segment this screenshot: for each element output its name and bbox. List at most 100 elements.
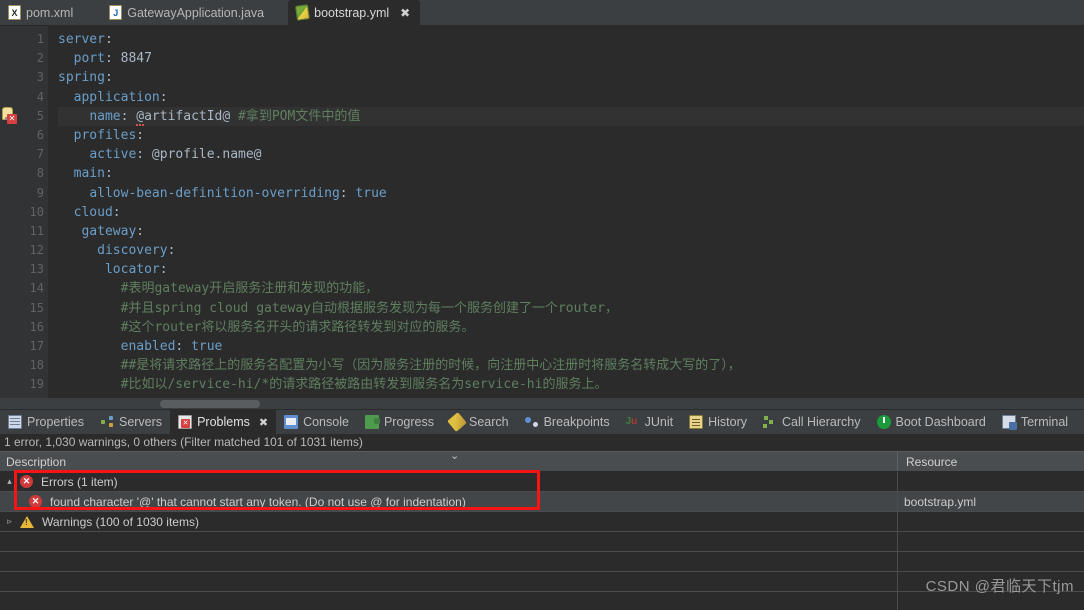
- cell-description[interactable]: [0, 572, 898, 591]
- view-tab-label: Boot Dashboard: [896, 415, 986, 429]
- code-line[interactable]: #表明gateway开启服务注册和发现的功能，: [58, 279, 1084, 298]
- line-number: 13: [18, 260, 48, 279]
- problems-panel: 1 error, 1,030 warnings, 0 others (Filte…: [0, 434, 1084, 610]
- code-line[interactable]: spring:: [58, 68, 1084, 87]
- code-line[interactable]: enabled: true: [58, 337, 1084, 356]
- problem-description-text: Errors (1 item): [41, 475, 118, 489]
- problems-icon: [178, 415, 192, 429]
- view-tab-label: Breakpoints: [544, 415, 610, 429]
- code-line[interactable]: ##是将请求路径上的服务名配置为小写（因为服务注册的时候，向注册中心注册时将服务…: [58, 356, 1084, 375]
- table-row-empty[interactable]: [0, 532, 1084, 552]
- editor-tab-label: bootstrap.yml: [314, 6, 389, 20]
- code-line[interactable]: cloud:: [58, 203, 1084, 222]
- code-line[interactable]: port: 8847: [58, 49, 1084, 68]
- line-number-gutter: 1234567891011121314151617181920: [18, 26, 48, 409]
- code-line[interactable]: #这个router将以服务名开头的请求路径转发到对应的服务。: [58, 318, 1084, 337]
- cell-description[interactable]: [0, 552, 898, 571]
- view-tab-junit[interactable]: JuJUnit: [618, 410, 681, 434]
- editor-tab-pom-xml[interactable]: pom.xml: [0, 0, 83, 25]
- code-text-area[interactable]: server: port: 8847spring: application: n…: [58, 26, 1084, 409]
- code-line[interactable]: allow-bean-definition-overriding: true: [58, 184, 1084, 203]
- cell-description[interactable]: [0, 532, 898, 551]
- line-number: 1: [18, 30, 48, 49]
- close-icon[interactable]: ✖: [259, 416, 268, 429]
- line-number: 11: [18, 222, 48, 241]
- view-tab-label: Call Hierarchy: [782, 415, 861, 429]
- line-number: 3: [18, 68, 48, 87]
- code-line[interactable]: name: @artifactId@ #拿到POM文件中的值: [58, 107, 1084, 126]
- scrollbar-thumb[interactable]: [160, 400, 260, 408]
- view-tab-history[interactable]: History: [681, 410, 755, 434]
- view-tab-label: Servers: [119, 415, 162, 429]
- code-line[interactable]: server:: [58, 30, 1084, 49]
- table-row[interactable]: ✕found character '@' that cannot start a…: [0, 492, 1084, 512]
- error-bulb-marker[interactable]: ✕: [2, 107, 17, 124]
- editor-horizontal-scrollbar[interactable]: [0, 398, 1084, 409]
- editor-marker-gutter[interactable]: ✕: [0, 26, 18, 409]
- column-header-resource[interactable]: Resource: [898, 452, 1084, 471]
- view-tab-label: JUnit: [645, 415, 673, 429]
- editor-tab-bar: pom.xml GatewayApplication.java bootstra…: [0, 0, 1084, 26]
- cell-resource[interactable]: bootstrap.yml: [898, 492, 1084, 511]
- editor-tab-label: GatewayApplication.java: [127, 6, 264, 20]
- view-tab-console[interactable]: Console: [276, 410, 357, 434]
- editor-tab-gateway-application-java[interactable]: GatewayApplication.java: [101, 0, 274, 25]
- view-tab-terminal[interactable]: Terminal: [994, 410, 1076, 434]
- cell-resource[interactable]: [898, 512, 1084, 531]
- line-number: 2: [18, 49, 48, 68]
- line-number: 19: [18, 375, 48, 394]
- cell-description[interactable]: ▴✕Errors (1 item): [0, 472, 898, 491]
- cell-description[interactable]: ✕found character '@' that cannot start a…: [0, 492, 898, 511]
- code-line[interactable]: profiles:: [58, 126, 1084, 145]
- code-line[interactable]: #比如以/service-hi/*的请求路径被路由转发到服务名为service-…: [58, 375, 1084, 394]
- line-number: 10: [18, 203, 48, 222]
- breakpoints-icon: [525, 415, 539, 429]
- warning-icon: [20, 516, 34, 528]
- view-tab-progress[interactable]: Progress: [357, 410, 442, 434]
- terminal-icon: [1002, 415, 1016, 429]
- table-row-empty[interactable]: [0, 552, 1084, 572]
- line-number: 6: [18, 126, 48, 145]
- code-editor[interactable]: ✕ 1234567891011121314151617181920 server…: [0, 26, 1084, 409]
- cell-resource[interactable]: [898, 472, 1084, 491]
- view-tab-label: Problems: [197, 415, 250, 429]
- error-badge-icon: ✕: [7, 114, 17, 124]
- gutter-separator: [48, 26, 58, 409]
- close-icon[interactable]: ✖: [400, 7, 410, 19]
- table-row[interactable]: ▹Warnings (100 of 1030 items): [0, 512, 1084, 532]
- code-line[interactable]: gateway:: [58, 222, 1084, 241]
- table-row[interactable]: ▴✕Errors (1 item): [0, 472, 1084, 492]
- code-line[interactable]: #并且spring cloud gateway自动根据服务发现为每一个服务创建了…: [58, 299, 1084, 318]
- editor-tab-bootstrap-yml[interactable]: bootstrap.yml ✖: [288, 0, 420, 25]
- view-tab-properties[interactable]: Properties: [0, 410, 92, 434]
- table-row-empty[interactable]: [0, 572, 1084, 592]
- cell-resource[interactable]: [898, 552, 1084, 571]
- view-tab-call-hierarchy[interactable]: Call Hierarchy: [755, 410, 869, 434]
- cell-description[interactable]: [0, 592, 898, 610]
- column-header-description[interactable]: Description: [0, 452, 898, 471]
- problems-summary: 1 error, 1,030 warnings, 0 others (Filte…: [0, 434, 1084, 451]
- view-tab-breakpoints[interactable]: Breakpoints: [517, 410, 618, 434]
- code-line[interactable]: application:: [58, 88, 1084, 107]
- cell-description[interactable]: ▹Warnings (100 of 1030 items): [0, 512, 898, 531]
- code-line[interactable]: active: @profile.name@: [58, 145, 1084, 164]
- code-line[interactable]: main:: [58, 164, 1084, 183]
- code-line[interactable]: discovery:: [58, 241, 1084, 260]
- view-tab-problems[interactable]: Problems ✖: [170, 410, 276, 434]
- table-row-empty[interactable]: [0, 592, 1084, 610]
- editor-tab-label: pom.xml: [26, 6, 73, 20]
- line-number: 16: [18, 318, 48, 337]
- problems-row-container: ▴✕Errors (1 item)✕found character '@' th…: [0, 472, 1084, 610]
- problems-table[interactable]: Description Resource ⌄ ▴✕Errors (1 item)…: [0, 451, 1084, 610]
- cell-resource[interactable]: [898, 532, 1084, 551]
- line-number: 14: [18, 279, 48, 298]
- line-number: 8: [18, 164, 48, 183]
- sort-indicator-icon[interactable]: ⌄: [450, 449, 459, 462]
- view-tab-boot-dashboard[interactable]: Boot Dashboard: [869, 410, 994, 434]
- view-tab-servers[interactable]: Servers: [92, 410, 170, 434]
- yaml-file-icon: [295, 4, 310, 21]
- expand-collapse-icon[interactable]: ▹: [4, 516, 15, 527]
- code-line[interactable]: locator:: [58, 260, 1084, 279]
- view-tab-search[interactable]: Search: [442, 410, 517, 434]
- expand-collapse-icon[interactable]: ▴: [4, 476, 15, 487]
